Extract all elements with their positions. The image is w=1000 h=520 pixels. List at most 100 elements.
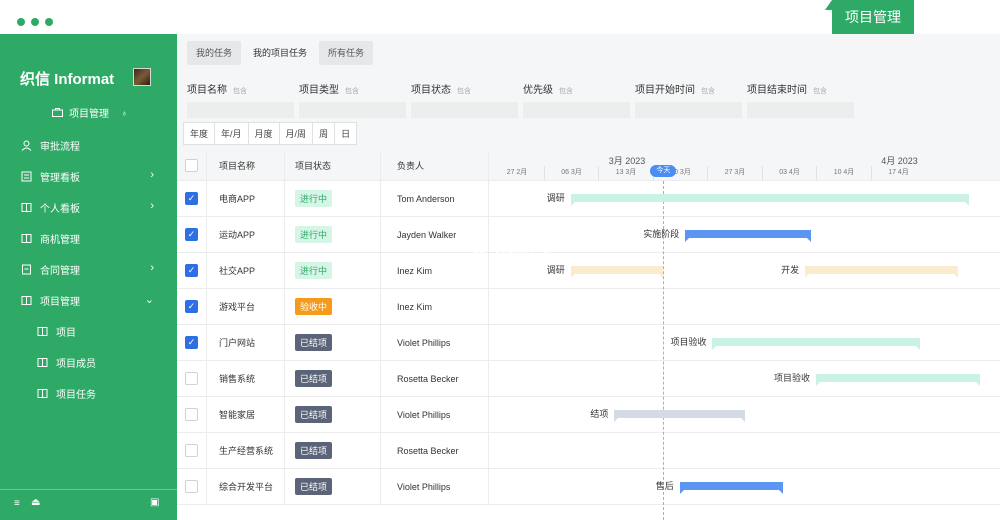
row-checkbox[interactable]: ✓ (185, 228, 198, 241)
sidebar-item[interactable]: 个人看板 › (20, 197, 160, 217)
status-cell: 已结项 (285, 361, 381, 396)
month-label: 3月 2023 (608, 156, 646, 166)
table-row[interactable]: 生产经营系统 已结项 Rosetta Becker (177, 433, 489, 469)
table-row[interactable]: 智能家居 已结项 Violet Phillips (177, 397, 489, 433)
window-dot[interactable] (45, 18, 53, 26)
row-checkbox[interactable]: ✓ (185, 264, 198, 277)
gantt-bar[interactable] (712, 338, 920, 350)
owner-cell: Rosetta Becker (381, 433, 489, 468)
book-icon (36, 356, 48, 368)
book-icon (20, 201, 32, 213)
status-badge: 已结项 (295, 406, 333, 423)
col-owner-header[interactable]: 负责人 (381, 151, 489, 180)
gantt-bar-end (659, 274, 664, 278)
filter-input[interactable] (299, 102, 406, 118)
status-cell: 已结项 (285, 397, 381, 432)
owner-cell: Violet Phillips (381, 325, 489, 360)
gantt-bar[interactable] (570, 194, 969, 206)
owner-cell: Rosetta Becker (381, 361, 489, 396)
gantt-bar[interactable] (685, 230, 811, 242)
bell-icon[interactable]: ♁ (121, 108, 128, 118)
row-checkbox[interactable]: ✓ (185, 300, 198, 313)
tab[interactable]: 我的任务 (187, 41, 242, 65)
zoom-option[interactable]: 日 (335, 123, 356, 144)
row-checkbox[interactable]: ✓ (185, 336, 198, 349)
window-dot[interactable] (17, 18, 25, 26)
filter-input[interactable] (411, 102, 518, 118)
status-badge: 验收中 (295, 298, 333, 315)
avatar[interactable] (133, 68, 151, 86)
filter-hint: 包含 (813, 88, 827, 95)
filter-input[interactable] (523, 102, 630, 118)
filter-input[interactable] (187, 102, 294, 118)
row-select-cell: ✓ (177, 217, 207, 252)
filter-field: 项目名称 包含 (187, 80, 294, 118)
gantt-bar-end (614, 418, 619, 422)
zoom-option[interactable]: 月度 (249, 123, 280, 144)
sidebar-toggle-icon[interactable]: ▣ (150, 497, 159, 508)
owner-cell: Tom Anderson (381, 181, 489, 216)
zoom-option[interactable]: 年/月 (215, 123, 249, 144)
week-label: 27 3月 (724, 169, 746, 176)
book-icon (36, 325, 48, 337)
table-row[interactable]: 销售系统 已结项 Rosetta Becker (177, 361, 489, 397)
filter-label: 项目状态 (411, 85, 451, 96)
tab[interactable]: 我的项目任务 (244, 41, 317, 65)
col-name-header[interactable]: 项目名称 (207, 151, 285, 180)
gantt-bar-end (915, 346, 920, 350)
sidebar-item[interactable]: 管理看板 › (20, 166, 160, 186)
table-row[interactable]: 综合开发平台 已结项 Violet Phillips (177, 469, 489, 505)
row-checkbox[interactable]: ✓ (185, 192, 198, 205)
sidebar-subitem[interactable]: 项目成员 (36, 352, 176, 372)
project-header[interactable]: 项目管理 ♁ (52, 105, 128, 120)
col-status-header[interactable]: 项目状态 (285, 151, 381, 180)
gantt-bar[interactable] (570, 266, 664, 278)
select-all-checkbox[interactable] (185, 159, 198, 172)
theme-icon[interactable]: ⏏ (31, 497, 40, 508)
status-badge: 进行中 (295, 262, 333, 279)
sidebar-item[interactable]: 商机管理 (20, 228, 160, 248)
sidebar-subitem[interactable]: 项目任务 (36, 383, 176, 403)
table-row[interactable]: ✓ 社交APP 进行中 Inez Kim (177, 253, 489, 289)
today-marker[interactable]: 今天 (650, 165, 677, 177)
week-label: 03 4月 (779, 169, 800, 176)
sidebar-subitem[interactable]: 项目 (36, 321, 176, 341)
gantt-bar[interactable] (614, 410, 746, 422)
filter-input[interactable] (635, 102, 742, 118)
gantt-bar-end (779, 490, 784, 494)
zoom-option[interactable]: 年度 (184, 123, 216, 144)
zoom-option[interactable]: 周 (313, 123, 336, 144)
row-select-cell: ✓ (177, 181, 207, 216)
row-checkbox[interactable] (185, 408, 198, 421)
zoom-option[interactable]: 月/周 (280, 123, 314, 144)
board-icon (20, 170, 32, 182)
project-name-cell: 电商APP (207, 181, 285, 216)
gantt-bar-end (953, 274, 958, 278)
sidebar-item[interactable]: 审批流程 (20, 135, 160, 155)
filter-input[interactable] (747, 102, 854, 118)
table-row[interactable]: ✓ 门户网站 已结项 Violet Phillips (177, 325, 489, 361)
book-icon (20, 232, 32, 244)
table-row[interactable]: ✓ 运动APP 进行中 Jayden Walker (177, 217, 489, 253)
gantt-bar[interactable] (679, 482, 784, 494)
menu-collapse-icon[interactable]: ≡ (14, 498, 20, 509)
window-dot[interactable] (31, 18, 39, 26)
week-label: 06 3月 (561, 169, 582, 176)
window-titlebar: 项目管理 (0, 0, 1000, 34)
week-divider (870, 166, 872, 181)
table-row[interactable]: ✓ 游戏平台 验收中 Inez Kim (177, 289, 489, 325)
row-checkbox[interactable] (185, 372, 198, 385)
gantt-bar-end (806, 238, 811, 242)
chevron-right-icon: › (150, 262, 154, 274)
week-label: 27 2月 (506, 169, 528, 176)
gantt-bar[interactable] (816, 374, 980, 386)
gantt-bar[interactable] (805, 266, 958, 278)
status-badge: 进行中 (295, 190, 333, 207)
sidebar-item[interactable]: 项目管理 ⌄ (20, 290, 160, 310)
tab[interactable]: 所有任务 (319, 41, 374, 65)
sidebar-item[interactable]: 合同管理 › (20, 259, 160, 279)
project-name-cell: 生产经营系统 (207, 433, 285, 468)
row-checkbox[interactable] (185, 444, 198, 457)
table-row[interactable]: ✓ 电商APP 进行中 Tom Anderson (177, 181, 489, 217)
row-checkbox[interactable] (185, 480, 198, 493)
